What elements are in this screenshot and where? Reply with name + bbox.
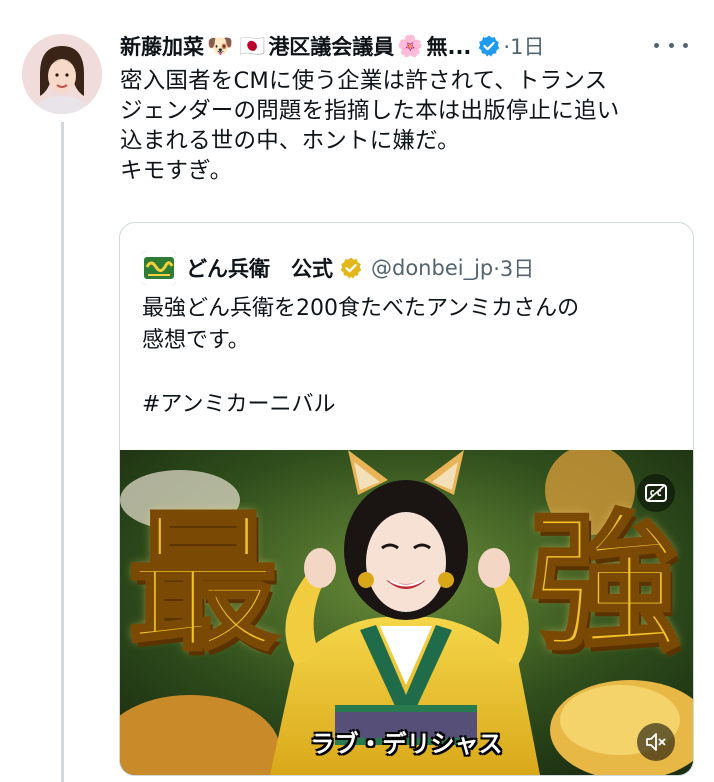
volume-muted-icon[interactable] — [637, 723, 675, 761]
quote-author-name[interactable]: どん兵衛 公式 — [186, 253, 333, 283]
tweet-header: 新藤加菜 🐶 🇯🇵 港区議会議員 🌸 無... ·1日 — [120, 28, 694, 64]
tweet-time[interactable]: ·1日 — [503, 31, 544, 61]
dog-emoji: 🐶 — [207, 33, 234, 58]
quote-video[interactable]: 最 強 ラブ・デリシャス — [120, 450, 693, 775]
author-name-truncated[interactable]: 無... — [426, 31, 471, 61]
big-char-left: 最 — [126, 495, 280, 671]
quote-tweet-card[interactable]: どん兵衛 公式 @donbei_jp ·3日 最強どん兵衛を200食たべたアンミ… — [119, 222, 694, 776]
author-title[interactable]: 港区議会議員 — [268, 31, 394, 61]
verified-badge-icon — [479, 35, 500, 57]
quote-handle[interactable]: @donbei_jp — [371, 256, 493, 280]
quote-header: どん兵衛 公式 @donbei_jp ·3日 — [142, 251, 534, 285]
closed-captions-icon[interactable] — [637, 474, 675, 512]
author-name[interactable]: 新藤加菜 — [120, 31, 204, 61]
more-icon[interactable] — [654, 38, 688, 52]
tweet-text: 密入国者をCMに使う企業は許されて、トランス ジェンダーの問題を指摘した本は出版… — [120, 68, 620, 184]
quote-author-avatar[interactable] — [142, 251, 176, 285]
verified-gold-badge-icon — [340, 257, 362, 279]
japan-flag-emoji: 🇯🇵 — [239, 33, 266, 58]
cherry-blossom-emoji: 🌸 — [397, 33, 424, 58]
video-caption: ラブ・デリシャス — [310, 730, 503, 758]
author-avatar[interactable] — [22, 34, 102, 114]
big-char-right: 強 — [528, 495, 682, 671]
quote-time[interactable]: ·3日 — [493, 253, 534, 283]
thread-line — [61, 122, 64, 782]
quote-text: 最強どん兵衛を200食たべたアンミカさんの 感想です。 #アンミカーニバル — [142, 296, 580, 417]
